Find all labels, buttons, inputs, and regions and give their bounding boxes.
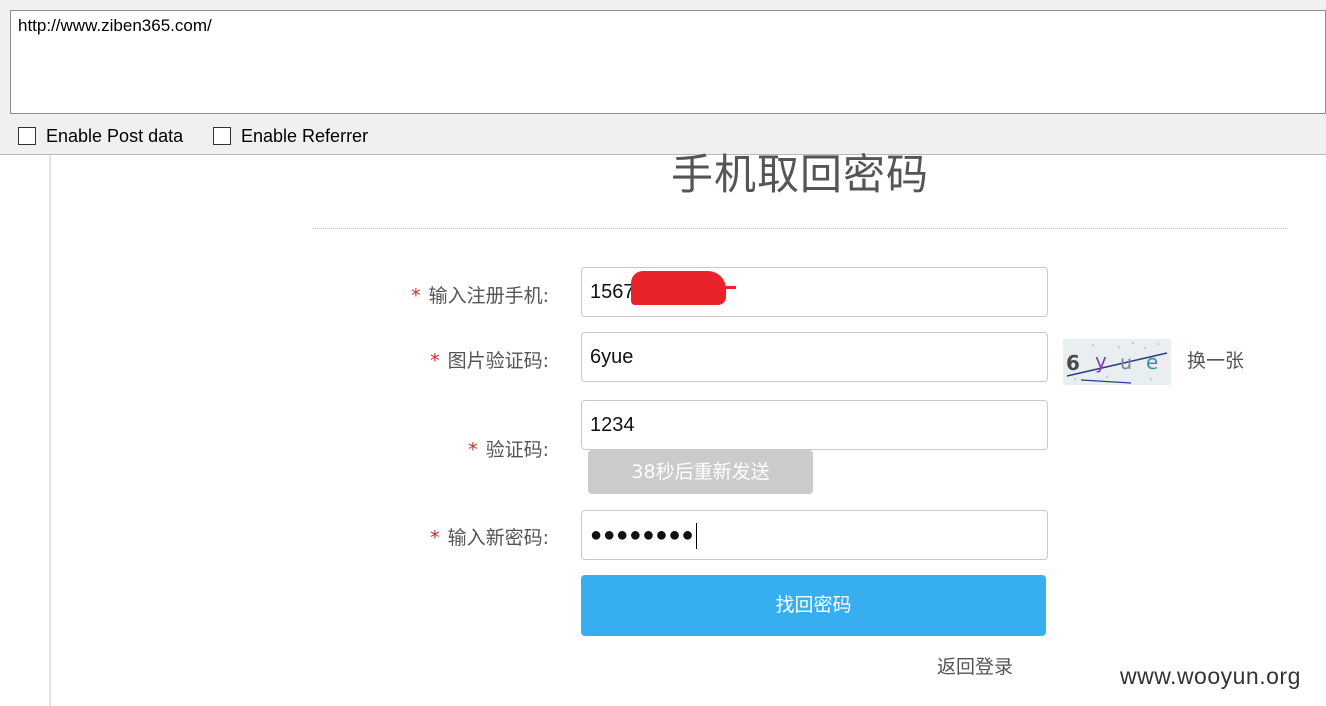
- title-divider: [313, 228, 1288, 229]
- redaction-mark-tail: [718, 286, 736, 289]
- phone-label-text: 输入注册手机:: [428, 285, 549, 307]
- enable-post-data-option[interactable]: Enable Post data: [18, 125, 183, 147]
- new-password-label-text: 输入新密码:: [447, 527, 549, 549]
- new-password-label: * 输入新密码:: [430, 523, 549, 550]
- new-password-input[interactable]: ●●●●●●●●: [581, 510, 1048, 560]
- captcha-char: y: [1095, 349, 1107, 373]
- sms-code-input[interactable]: 1234: [581, 400, 1048, 450]
- image-code-label: * 图片验证码:: [430, 346, 549, 373]
- resend-code-button[interactable]: 38秒后重新发送: [588, 450, 813, 494]
- enable-referrer-label: Enable Referrer: [241, 125, 369, 146]
- hackbar-panel: http://www.ziben365.com/ Enable Post dat…: [0, 0, 1326, 155]
- captcha-char: 6: [1066, 351, 1080, 375]
- enable-referrer-checkbox[interactable]: [213, 127, 231, 145]
- phone-label: * 输入注册手机:: [411, 281, 549, 308]
- required-mark: *: [430, 527, 440, 549]
- back-to-login-link[interactable]: 返回登录: [937, 652, 1013, 679]
- left-divider: [49, 155, 51, 706]
- image-code-input[interactable]: 6yue: [581, 332, 1048, 382]
- page-title: 手机取回密码: [670, 150, 929, 199]
- captcha-image[interactable]: 6 y u e: [1063, 339, 1171, 385]
- required-mark: *: [430, 350, 440, 372]
- recover-password-button[interactable]: 找回密码: [581, 575, 1046, 636]
- watermark: www.wooyun.org: [1120, 663, 1301, 689]
- image-code-label-text: 图片验证码:: [447, 350, 549, 372]
- captcha-char: e: [1146, 350, 1158, 374]
- enable-post-data-label: Enable Post data: [46, 125, 184, 146]
- captcha-char: u: [1120, 352, 1132, 374]
- enable-post-data-checkbox[interactable]: [18, 127, 36, 145]
- enable-referrer-option[interactable]: Enable Referrer: [213, 125, 368, 147]
- text-caret: [695, 522, 697, 549]
- sms-code-input-value: 1234: [590, 414, 635, 436]
- phone-input-value: 1567: [590, 281, 635, 303]
- captcha-svg: 6 y u e: [1066, 342, 1168, 384]
- redaction-mark: [631, 271, 726, 305]
- refresh-captcha-link[interactable]: 换一张: [1187, 346, 1244, 373]
- password-masked-value: ●●●●●●●●: [590, 524, 695, 546]
- sms-code-label-text: 验证码:: [485, 439, 549, 461]
- sms-code-label: * 验证码:: [468, 435, 549, 462]
- image-code-input-value: 6yue: [590, 346, 634, 368]
- required-mark: *: [411, 285, 421, 307]
- url-input[interactable]: http://www.ziben365.com/: [10, 10, 1326, 114]
- required-mark: *: [468, 439, 478, 461]
